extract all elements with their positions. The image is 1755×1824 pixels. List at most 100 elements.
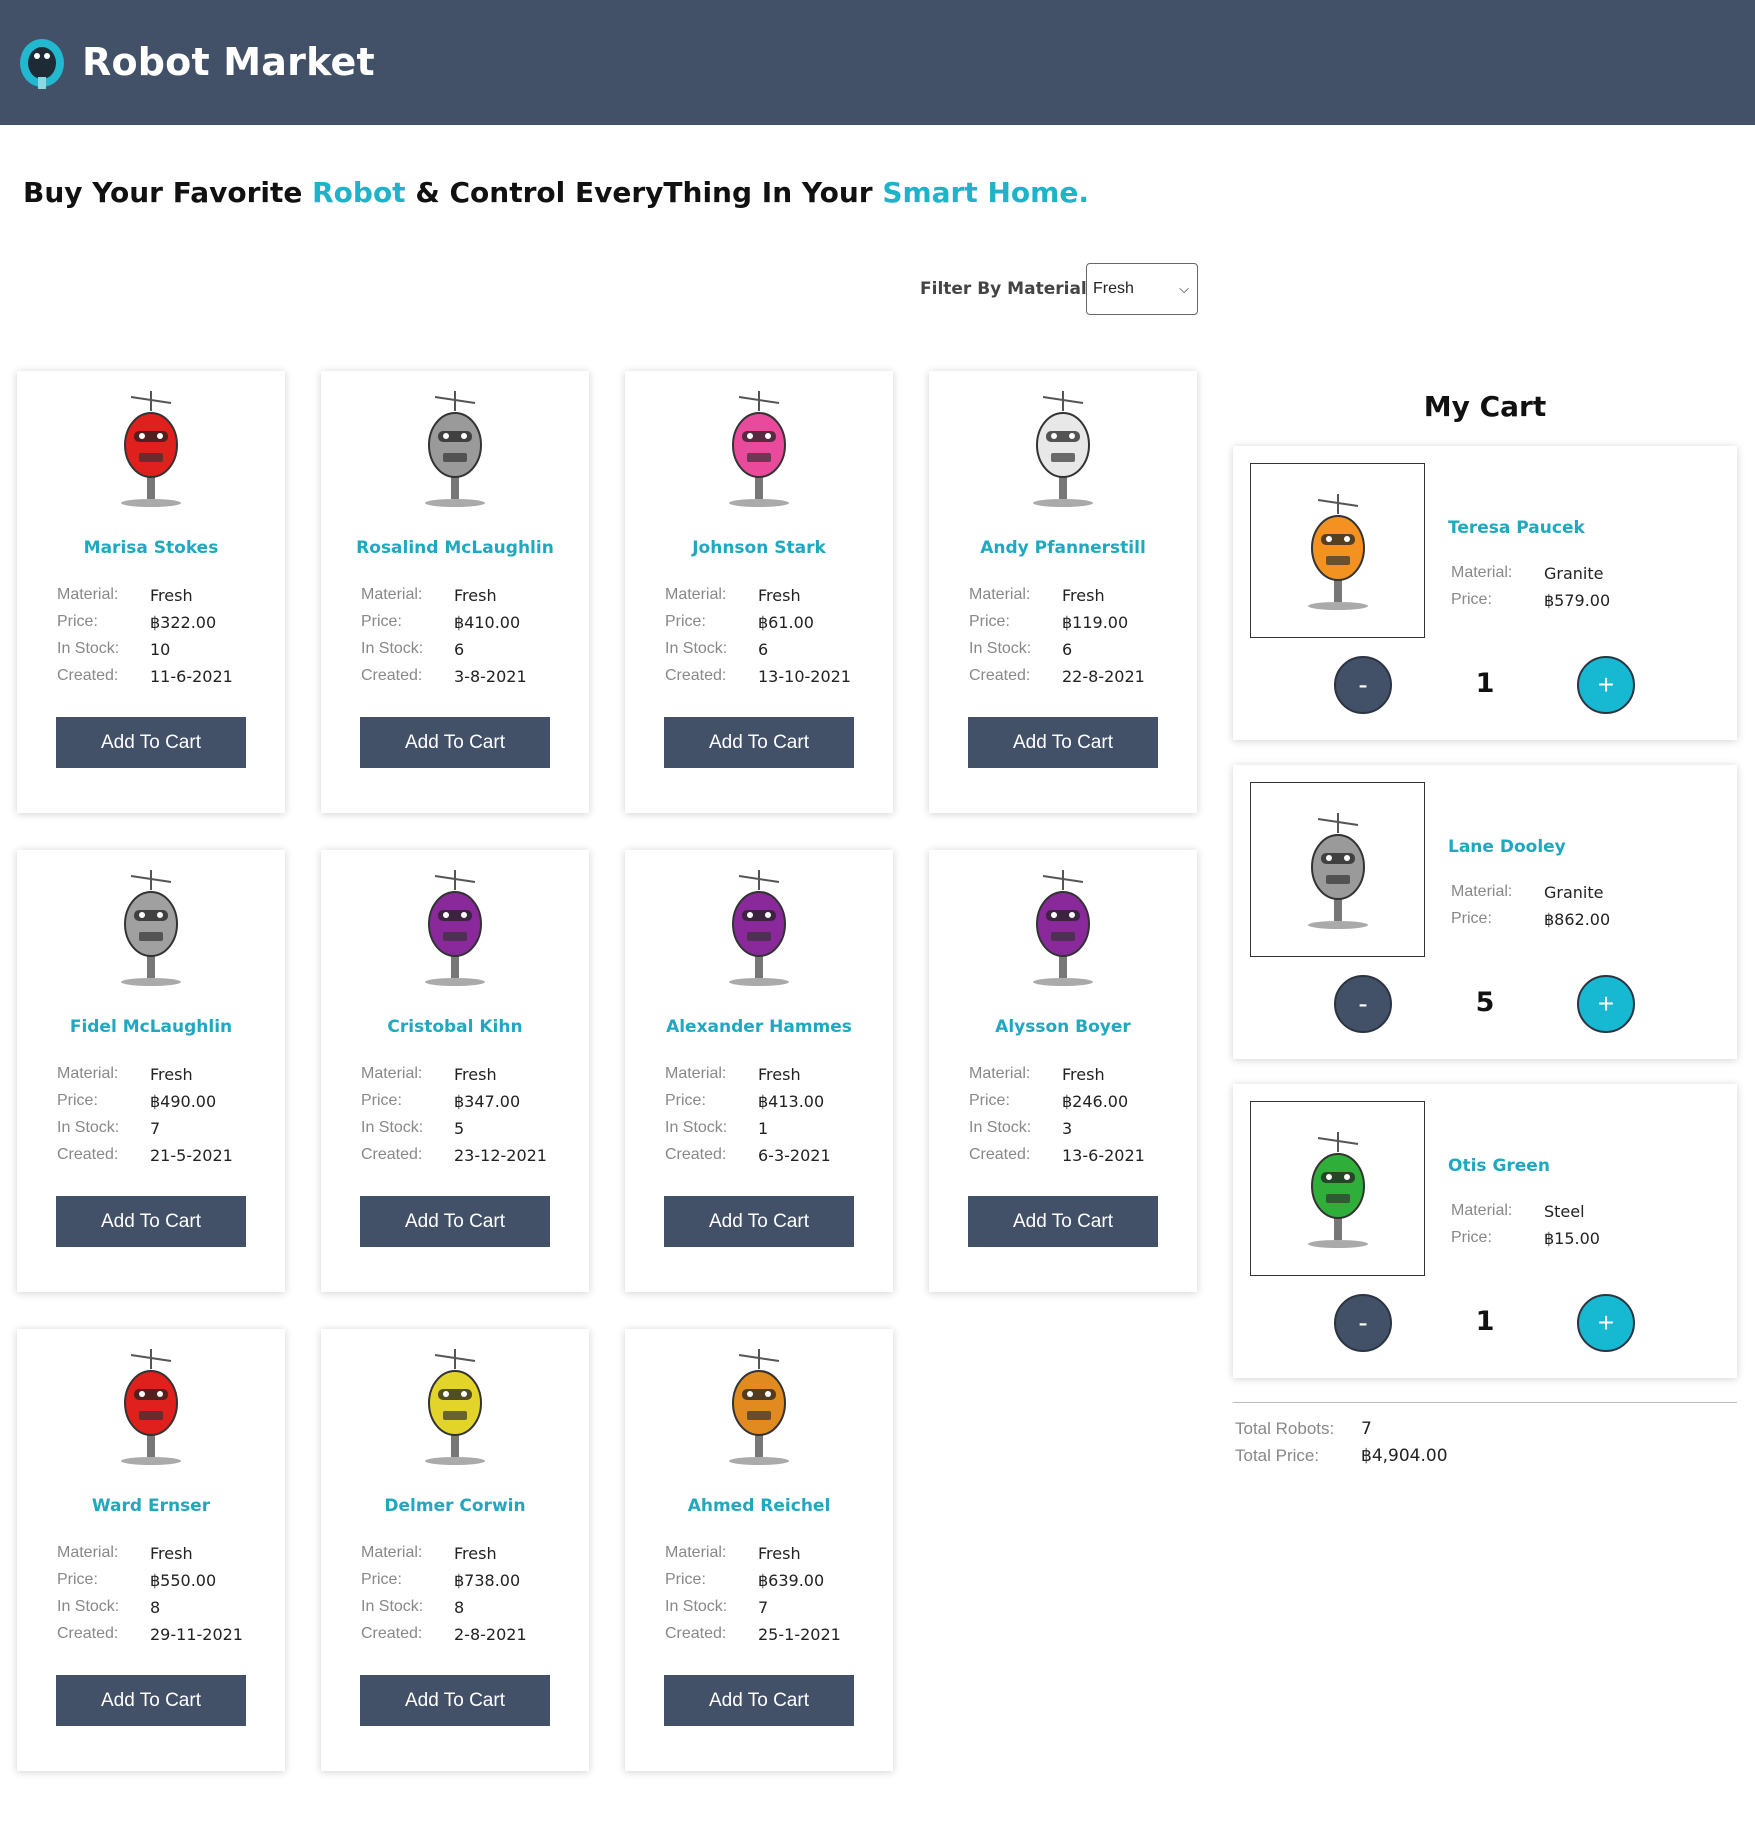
- product-stock-label: In Stock:: [57, 1119, 120, 1136]
- product-stock-label: In Stock:: [361, 640, 424, 657]
- product-material-value: Fresh: [758, 1065, 801, 1084]
- total-robots-value: 7: [1361, 1419, 1372, 1439]
- robot-head-logo-icon[interactable]: [16, 33, 68, 91]
- decrease-quantity-button[interactable]: -: [1334, 975, 1392, 1033]
- cart-item-price-label: Price:: [1451, 1229, 1492, 1246]
- increase-quantity-button[interactable]: +: [1577, 1294, 1635, 1352]
- product-material-value: Fresh: [454, 586, 497, 605]
- material-filter-select[interactable]: Fresh ⌵: [1086, 263, 1198, 315]
- product-name: Ahmed Reichel: [687, 1496, 831, 1516]
- product-stock-label: In Stock:: [665, 1598, 728, 1615]
- robot-avatar-red-antenna-icon: [101, 1347, 201, 1465]
- product-created-label: Created:: [361, 1146, 423, 1163]
- cart-title: My Cart: [1423, 390, 1547, 423]
- product-card: Alexander Hammes Material: Fresh Price: ฿413…: [625, 850, 893, 1292]
- add-to-cart-button[interactable]: Add To Cart: [56, 1196, 246, 1247]
- product-material-label: Material:: [969, 1065, 1031, 1082]
- product-price-value: ฿550.00: [150, 1571, 217, 1590]
- product-material-value: Fresh: [1062, 1065, 1105, 1084]
- product-name: Fidel McLaughlin: [69, 1017, 233, 1037]
- product-price-label: Price:: [361, 1092, 402, 1109]
- add-to-cart-button[interactable]: Add To Cart: [968, 717, 1158, 768]
- product-material-label: Material:: [969, 586, 1031, 603]
- product-stock-value: 5: [454, 1119, 465, 1138]
- product-price-label: Price:: [57, 613, 98, 630]
- product-created-value: 22-8-2021: [1062, 667, 1145, 686]
- robot-avatar-grey-yellow-teeth-icon: [101, 868, 201, 986]
- increase-quantity-button[interactable]: +: [1577, 656, 1635, 714]
- product-price-value: ฿410.00: [454, 613, 521, 632]
- chevron-down-icon: ⌵: [1179, 281, 1189, 296]
- product-price-value: ฿413.00: [758, 1092, 825, 1111]
- product-card: Andy Pfannerstill Material: Fresh Price: ฿11…: [929, 371, 1197, 813]
- product-material-label: Material:: [361, 1065, 423, 1082]
- product-stock-value: 6: [454, 640, 465, 659]
- product-name: Delmer Corwin: [384, 1496, 526, 1516]
- product-created-value: 11-6-2021: [150, 667, 233, 686]
- product-material-value: Fresh: [454, 1065, 497, 1084]
- cart-item: Otis Green Material: Steel Price: ฿15.00 - 1 +: [1233, 1084, 1737, 1378]
- product-name: Rosalind McLaughlin: [356, 538, 554, 558]
- add-to-cart-button[interactable]: Add To Cart: [360, 1196, 550, 1247]
- cart-item-thumbnail: [1250, 1101, 1425, 1276]
- decrease-quantity-button[interactable]: -: [1334, 1294, 1392, 1352]
- product-created-value: 23-12-2021: [454, 1146, 547, 1165]
- robot-avatar-yellow-icon: [405, 1347, 505, 1465]
- product-stock-value: 1: [758, 1119, 769, 1138]
- add-to-cart-button[interactable]: Add To Cart: [56, 1675, 246, 1726]
- product-created-label: Created:: [57, 1625, 119, 1642]
- product-material-value: Fresh: [150, 1065, 193, 1084]
- product-stock-value: 7: [758, 1598, 769, 1617]
- page-tagline: Buy Your Favorite Robot & Control EveryT…: [23, 176, 1089, 209]
- robot-avatar-purple-icon: [1013, 868, 1113, 986]
- add-to-cart-button[interactable]: Add To Cart: [664, 1675, 854, 1726]
- cart-item-material-value: Granite: [1544, 564, 1604, 583]
- decrease-quantity-button[interactable]: -: [1334, 656, 1392, 714]
- product-name: Cristobal Kihn: [387, 1017, 523, 1037]
- product-stock-label: In Stock:: [665, 1119, 728, 1136]
- add-to-cart-button[interactable]: Add To Cart: [664, 1196, 854, 1247]
- product-created-value: 13-10-2021: [758, 667, 851, 686]
- product-price-label: Price:: [361, 1571, 402, 1588]
- add-to-cart-button[interactable]: Add To Cart: [664, 717, 854, 768]
- robot-avatar-orange-icon: [709, 1347, 809, 1465]
- product-material-label: Material:: [57, 1065, 119, 1082]
- product-material-value: Fresh: [150, 1544, 193, 1563]
- product-material-label: Material:: [665, 586, 727, 603]
- product-price-label: Price:: [665, 1092, 706, 1109]
- cart-item-name: Otis Green: [1448, 1156, 1550, 1176]
- add-to-cart-button[interactable]: Add To Cart: [360, 1675, 550, 1726]
- product-stock-value: 7: [150, 1119, 161, 1138]
- increase-quantity-button[interactable]: +: [1577, 975, 1635, 1033]
- top-navbar: Robot Market: [0, 0, 1755, 125]
- add-to-cart-button[interactable]: Add To Cart: [56, 717, 246, 768]
- product-name: Johnson Stark: [692, 538, 826, 558]
- add-to-cart-button[interactable]: Add To Cart: [360, 717, 550, 768]
- product-material-label: Material:: [361, 1544, 423, 1561]
- product-stock-label: In Stock:: [57, 1598, 120, 1615]
- product-price-value: ฿490.00: [150, 1092, 217, 1111]
- cart-item-quantity: 1: [1475, 1306, 1495, 1337]
- product-price-label: Price:: [57, 1092, 98, 1109]
- cart-item-quantity: 5: [1475, 987, 1495, 1018]
- product-price-value: ฿347.00: [454, 1092, 521, 1111]
- product-stock-label: In Stock:: [665, 640, 728, 657]
- add-to-cart-button[interactable]: Add To Cart: [968, 1196, 1158, 1247]
- product-created-label: Created:: [969, 667, 1031, 684]
- cart-item-thumbnail: [1250, 463, 1425, 638]
- total-robots-label: Total Robots:: [1235, 1419, 1335, 1438]
- product-card: Ahmed Reichel Material: Fresh Price: ฿639.00…: [625, 1329, 893, 1771]
- cart-item-price-value: ฿579.00: [1544, 591, 1611, 610]
- product-price-label: Price:: [969, 613, 1010, 630]
- product-stock-value: 8: [150, 1598, 161, 1617]
- product-created-label: Created:: [361, 1625, 423, 1642]
- product-stock-value: 6: [1062, 640, 1073, 659]
- product-created-value: 21-5-2021: [150, 1146, 233, 1165]
- product-card: Alysson Boyer Material: Fresh Price: ฿246.00…: [929, 850, 1197, 1292]
- app-title[interactable]: Robot Market: [82, 40, 375, 84]
- cart-item: Lane Dooley Material: Granite Price: ฿862.00…: [1233, 765, 1737, 1059]
- product-price-value: ฿738.00: [454, 1571, 521, 1590]
- product-price-value: ฿246.00: [1062, 1092, 1129, 1111]
- product-card: Rosalind McLaughlin Material: Fresh Price: ฿…: [321, 371, 589, 813]
- product-created-label: Created:: [57, 667, 119, 684]
